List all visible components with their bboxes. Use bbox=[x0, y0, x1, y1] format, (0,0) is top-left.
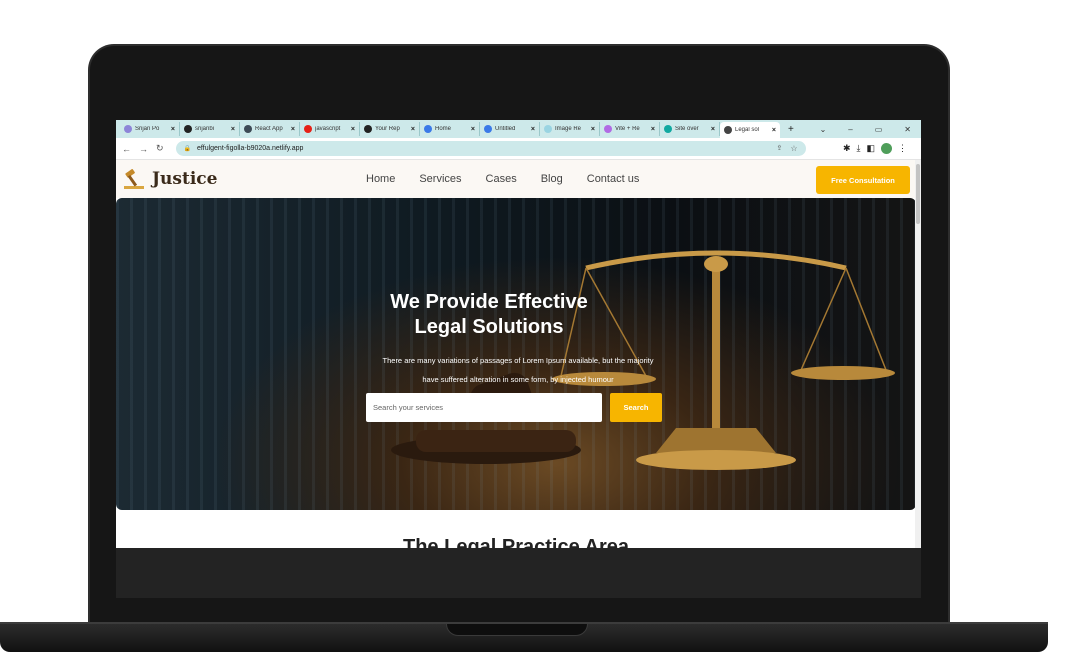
download-icon[interactable]: ⤓ bbox=[857, 143, 861, 154]
tab-favicon-icon bbox=[484, 125, 492, 133]
extensions-area: ✱ ⤓ ◧ ⋮ bbox=[843, 143, 915, 154]
hero-description-line-2: have suffered alteration in some form, b… bbox=[422, 375, 614, 384]
tab-title: Legal sol bbox=[735, 127, 760, 133]
search-input[interactable] bbox=[366, 393, 602, 422]
tab-close-icon[interactable]: × bbox=[411, 126, 415, 133]
tab-close-icon[interactable]: × bbox=[531, 126, 535, 133]
tab-close-icon[interactable]: × bbox=[231, 126, 235, 133]
screen-bezel-bottom bbox=[116, 548, 921, 598]
tab-close-icon[interactable]: × bbox=[351, 126, 355, 133]
practice-area-heading: The Legal Practice Area bbox=[402, 536, 630, 548]
tab-close-icon[interactable]: × bbox=[651, 126, 655, 133]
tab-favicon-icon bbox=[304, 125, 312, 133]
hero-description: There are many variations of passages of… bbox=[354, 351, 682, 389]
browser-tab[interactable]: React App × bbox=[240, 122, 300, 136]
hero-banner: We Provide Effective Legal Solutions The… bbox=[116, 198, 916, 510]
tab-close-icon[interactable]: × bbox=[711, 126, 715, 133]
star-icon[interactable]: ☆ bbox=[790, 144, 797, 153]
tab-title: Image Re bbox=[555, 126, 582, 132]
tab-favicon-icon bbox=[184, 125, 192, 133]
tab-title: Vite + Re bbox=[615, 126, 640, 132]
browser-tab[interactable]: Vite + Re × bbox=[600, 122, 660, 136]
nav-blog[interactable]: Blog bbox=[541, 173, 563, 185]
kebab-menu-icon[interactable]: ⋮ bbox=[898, 143, 907, 154]
laptop-screen: Srijan Po × srijanbi × React App × javascript ×… bbox=[116, 120, 921, 548]
minimize-icon[interactable]: – bbox=[848, 125, 852, 134]
tab-close-icon[interactable]: × bbox=[471, 126, 475, 133]
mockup-stage: Srijan Po × srijanbi × React App × javascript ×… bbox=[0, 0, 1080, 670]
tab-title: Your Rep bbox=[375, 126, 400, 132]
chevron-down-icon[interactable]: ⌄ bbox=[820, 125, 827, 134]
laptop-notch bbox=[446, 624, 588, 636]
browser-tab[interactable]: javascript × bbox=[300, 122, 360, 136]
browser-tab[interactable]: Image Re × bbox=[540, 122, 600, 136]
tab-title: Srijan Po bbox=[135, 126, 160, 132]
avatar[interactable] bbox=[881, 143, 892, 154]
tab-favicon-icon bbox=[604, 125, 612, 133]
window-controls: ⌄ – ▭ ✕ bbox=[820, 125, 921, 134]
browser-tab[interactable]: Home × bbox=[420, 122, 480, 136]
tab-favicon-icon bbox=[724, 126, 732, 134]
browser-tab[interactable]: Site over × bbox=[660, 122, 720, 136]
hero-title-line-2: Legal Solutions bbox=[414, 316, 564, 338]
forward-icon[interactable]: → bbox=[139, 144, 148, 154]
tab-title: javascript bbox=[315, 126, 341, 132]
brand-name: Justice bbox=[152, 169, 218, 189]
hero-title: We Provide Effective Legal Solutions bbox=[316, 290, 662, 340]
gavel-icon bbox=[124, 169, 144, 189]
browser-tab[interactable]: Untitled × bbox=[480, 122, 540, 136]
scrollbar-thumb[interactable] bbox=[916, 164, 920, 224]
plus-icon[interactable]: + bbox=[788, 124, 794, 135]
share-icon[interactable]: ⇪ bbox=[777, 144, 783, 153]
sidebar-icon[interactable]: ◧ bbox=[866, 143, 875, 154]
reload-icon[interactable]: ↻ bbox=[156, 143, 164, 154]
lock-icon: 🔒 bbox=[183, 146, 192, 152]
main-nav: Home Services Cases Blog Contact us bbox=[366, 160, 639, 198]
tab-favicon-icon bbox=[544, 125, 552, 133]
tab-title: Home bbox=[435, 126, 452, 132]
close-icon[interactable]: ✕ bbox=[904, 125, 911, 134]
hero-description-line-1: There are many variations of passages of… bbox=[382, 356, 654, 365]
tab-list: Srijan Po × srijanbi × React App × javascript ×… bbox=[120, 120, 780, 138]
tab-close-icon[interactable]: × bbox=[772, 127, 776, 134]
url-text: effulgent-figolla-b9020a.netlify.app bbox=[197, 145, 304, 152]
nav-cases[interactable]: Cases bbox=[486, 173, 517, 185]
site-header: Justice Home Services Cases Blog Contact… bbox=[116, 160, 921, 198]
page-scrollbar[interactable] bbox=[915, 160, 921, 548]
back-icon[interactable]: ← bbox=[122, 144, 131, 154]
tab-close-icon[interactable]: × bbox=[591, 126, 595, 133]
tab-close-icon[interactable]: × bbox=[291, 126, 295, 133]
brand-logo[interactable]: Justice bbox=[122, 167, 217, 191]
nav-services[interactable]: Services bbox=[419, 173, 461, 185]
tab-title: Untitled bbox=[495, 126, 516, 132]
tab-close-icon[interactable]: × bbox=[171, 126, 175, 133]
browser-toolbar: ← → ↻ 🔒 effulgent-figolla-b9020a.netlify… bbox=[116, 138, 921, 160]
puzzle-icon[interactable]: ✱ bbox=[843, 143, 851, 154]
browser-tab[interactable]: Your Rep × bbox=[360, 122, 420, 136]
tab-favicon-icon bbox=[664, 125, 672, 133]
tab-favicon-icon bbox=[244, 125, 252, 133]
free-consultation-button[interactable]: Free Consultation bbox=[816, 166, 910, 194]
tab-favicon-icon bbox=[124, 125, 132, 133]
tab-title: Site over bbox=[675, 126, 699, 132]
browser-tab[interactable]: Srijan Po × bbox=[120, 122, 180, 136]
browser-tab[interactable]: srijanbi × bbox=[180, 122, 240, 136]
tab-favicon-icon bbox=[364, 125, 372, 133]
tab-title: React App bbox=[255, 126, 283, 132]
tab-title: srijanbi bbox=[195, 126, 215, 132]
browser-tab-bar: Srijan Po × srijanbi × React App × javascript ×… bbox=[116, 120, 921, 138]
search-button[interactable]: Search bbox=[610, 393, 662, 422]
browser-tab[interactable]: Legal sol × bbox=[720, 122, 780, 138]
hero-title-line-1: We Provide Effective bbox=[390, 291, 588, 313]
restore-icon[interactable]: ▭ bbox=[875, 125, 883, 134]
tab-favicon-icon bbox=[424, 125, 432, 133]
nav-contact[interactable]: Contact us bbox=[587, 173, 640, 185]
address-bar[interactable]: 🔒 effulgent-figolla-b9020a.netlify.app ⇪… bbox=[175, 141, 806, 156]
nav-home[interactable]: Home bbox=[366, 173, 395, 185]
